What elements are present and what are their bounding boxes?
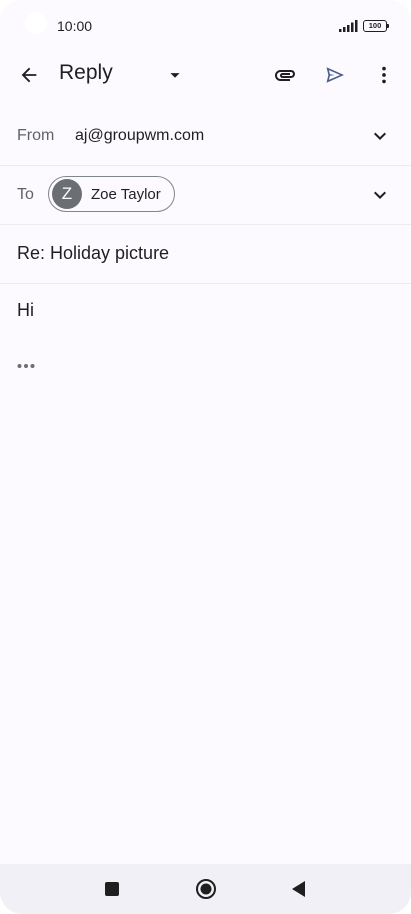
home-button[interactable] — [192, 875, 220, 903]
from-label: From — [17, 127, 55, 144]
system-nav-bar — [0, 864, 411, 914]
more-vert-icon — [382, 66, 386, 84]
show-quoted-text-button[interactable] — [14, 356, 38, 376]
battery-tip — [387, 24, 389, 28]
front-camera — [25, 12, 47, 34]
from-expand-button[interactable] — [365, 121, 395, 151]
from-address: aj@groupwm.com — [75, 127, 205, 144]
back-button[interactable] — [12, 58, 46, 92]
signal-icon — [339, 20, 358, 32]
recents-button[interactable] — [98, 875, 126, 903]
recipient-avatar: Z — [52, 179, 82, 209]
send-icon — [326, 67, 344, 83]
from-field[interactable]: From aj@groupwm.com — [0, 108, 411, 166]
compose-screen: 10:00 100 Reply From aj@groupwm.com To Z… — [0, 0, 411, 914]
message-body-input[interactable]: Hi — [17, 300, 34, 321]
recipient-chip[interactable]: Z Zoe Taylor — [48, 176, 175, 212]
toolbar-title: Reply — [59, 61, 113, 84]
dropdown-arrow-icon — [170, 73, 180, 78]
attachment-icon — [275, 70, 295, 81]
send-button[interactable] — [318, 58, 352, 92]
back-arrow-icon — [21, 67, 37, 83]
back-triangle-icon — [292, 881, 305, 897]
to-label: To — [17, 186, 34, 203]
status-bar: 10:00 100 — [0, 0, 411, 52]
recipient-name: Zoe Taylor — [91, 185, 161, 203]
chevron-down-icon — [374, 191, 386, 199]
more-options-button[interactable] — [368, 58, 400, 92]
more-horiz-icon — [17, 364, 35, 368]
battery-icon: 100 — [363, 20, 387, 32]
recents-square-icon — [105, 882, 119, 896]
compose-toolbar: Reply — [0, 52, 411, 96]
chevron-down-icon — [374, 132, 386, 140]
subject-input[interactable]: Re: Holiday picture — [17, 243, 169, 264]
to-field[interactable]: To Z Zoe Taylor — [0, 165, 411, 225]
reply-mode-dropdown[interactable] — [160, 60, 190, 90]
attach-button[interactable] — [268, 58, 302, 92]
subject-field[interactable]: Re: Holiday picture — [0, 224, 411, 284]
nav-back-button[interactable] — [285, 875, 313, 903]
status-time: 10:00 — [57, 18, 93, 34]
to-expand-button[interactable] — [365, 180, 395, 210]
home-circle-icon — [196, 879, 216, 899]
